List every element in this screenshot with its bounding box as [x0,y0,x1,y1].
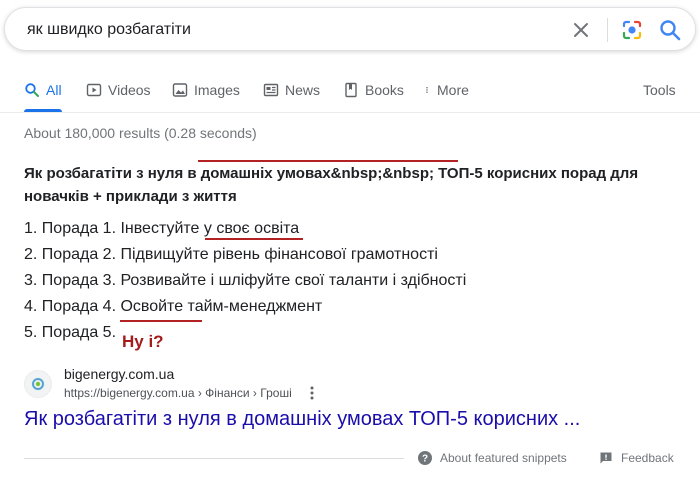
tab-label: All [46,82,62,98]
tabs-divider [0,112,700,113]
result-title-link[interactable]: Як розбагатіти з нуля в домашніх умовах … [24,408,580,431]
video-icon [86,83,102,97]
tools-button[interactable]: Tools [643,76,676,112]
tab-news[interactable]: News [263,76,320,112]
feedback-label: Feedback [621,451,674,465]
tab-label: Books [365,82,404,98]
camera-lens-icon[interactable] [619,17,645,43]
tab-videos[interactable]: Videos [86,76,151,112]
annotation-underline [205,238,303,240]
more-options-icon[interactable] [306,385,318,401]
tab-more[interactable]: More [425,76,469,112]
feedback-link[interactable]: Feedback [599,451,674,465]
site-name: bigenergy.com.ua [64,366,175,382]
news-icon [263,83,279,97]
tab-label: Images [194,82,240,98]
search-bar-divider [607,18,608,42]
about-featured-snippets-link[interactable]: ? About featured snippets [418,451,567,465]
feedback-icon [600,452,612,464]
tab-label: Videos [108,82,151,98]
search-tabs: All Videos Images News Books More Tools [0,76,700,112]
search-bar [4,7,696,51]
tools-label: Tools [643,82,676,98]
image-icon [172,83,188,97]
tab-books[interactable]: Books [343,76,404,112]
tab-all[interactable]: All [24,76,62,112]
snippet-title: Як розбагатіти з нуля в домашніх умовах&… [24,165,639,205]
result-stats: About 180,000 results (0.28 seconds) [24,125,257,141]
annotation-underline [198,160,458,162]
list-item: 4. Порада 4. Освойте тайм-менеджмент [24,298,323,315]
help-icon: ? [418,451,432,465]
tab-label: News [285,82,321,98]
site-favicon [24,370,52,398]
search-icon[interactable] [657,17,683,43]
tab-images[interactable]: Images [172,76,240,112]
site-breadcrumb: https://bigenergy.com.ua › Фінанси › Гро… [64,386,292,400]
search-input[interactable] [27,19,527,41]
about-label: About featured snippets [440,451,567,465]
book-icon [345,82,357,98]
list-item: 2. Порада 2. Підвищуйте рівень фінансово… [24,246,438,263]
tab-label: More [437,82,469,98]
footer-divider [24,458,404,459]
list-item: 1. Порада 1. Інвестуйте у своє освіта [24,220,300,237]
more-vert-icon [426,87,428,93]
annotation-text: Ну і? [122,332,164,351]
snippet-list: 1. Порада 1. Інвестуйте у своє освіта 2.… [24,216,664,346]
list-item: 3. Порада 3. Розвивайте і шліфуйте свої … [24,272,467,289]
list-item: 5. Порада 5. [24,324,117,341]
search-icon [25,83,39,97]
clear-icon[interactable] [569,18,593,42]
svg-text:?: ? [422,454,428,465]
annotation-underline [120,320,202,322]
